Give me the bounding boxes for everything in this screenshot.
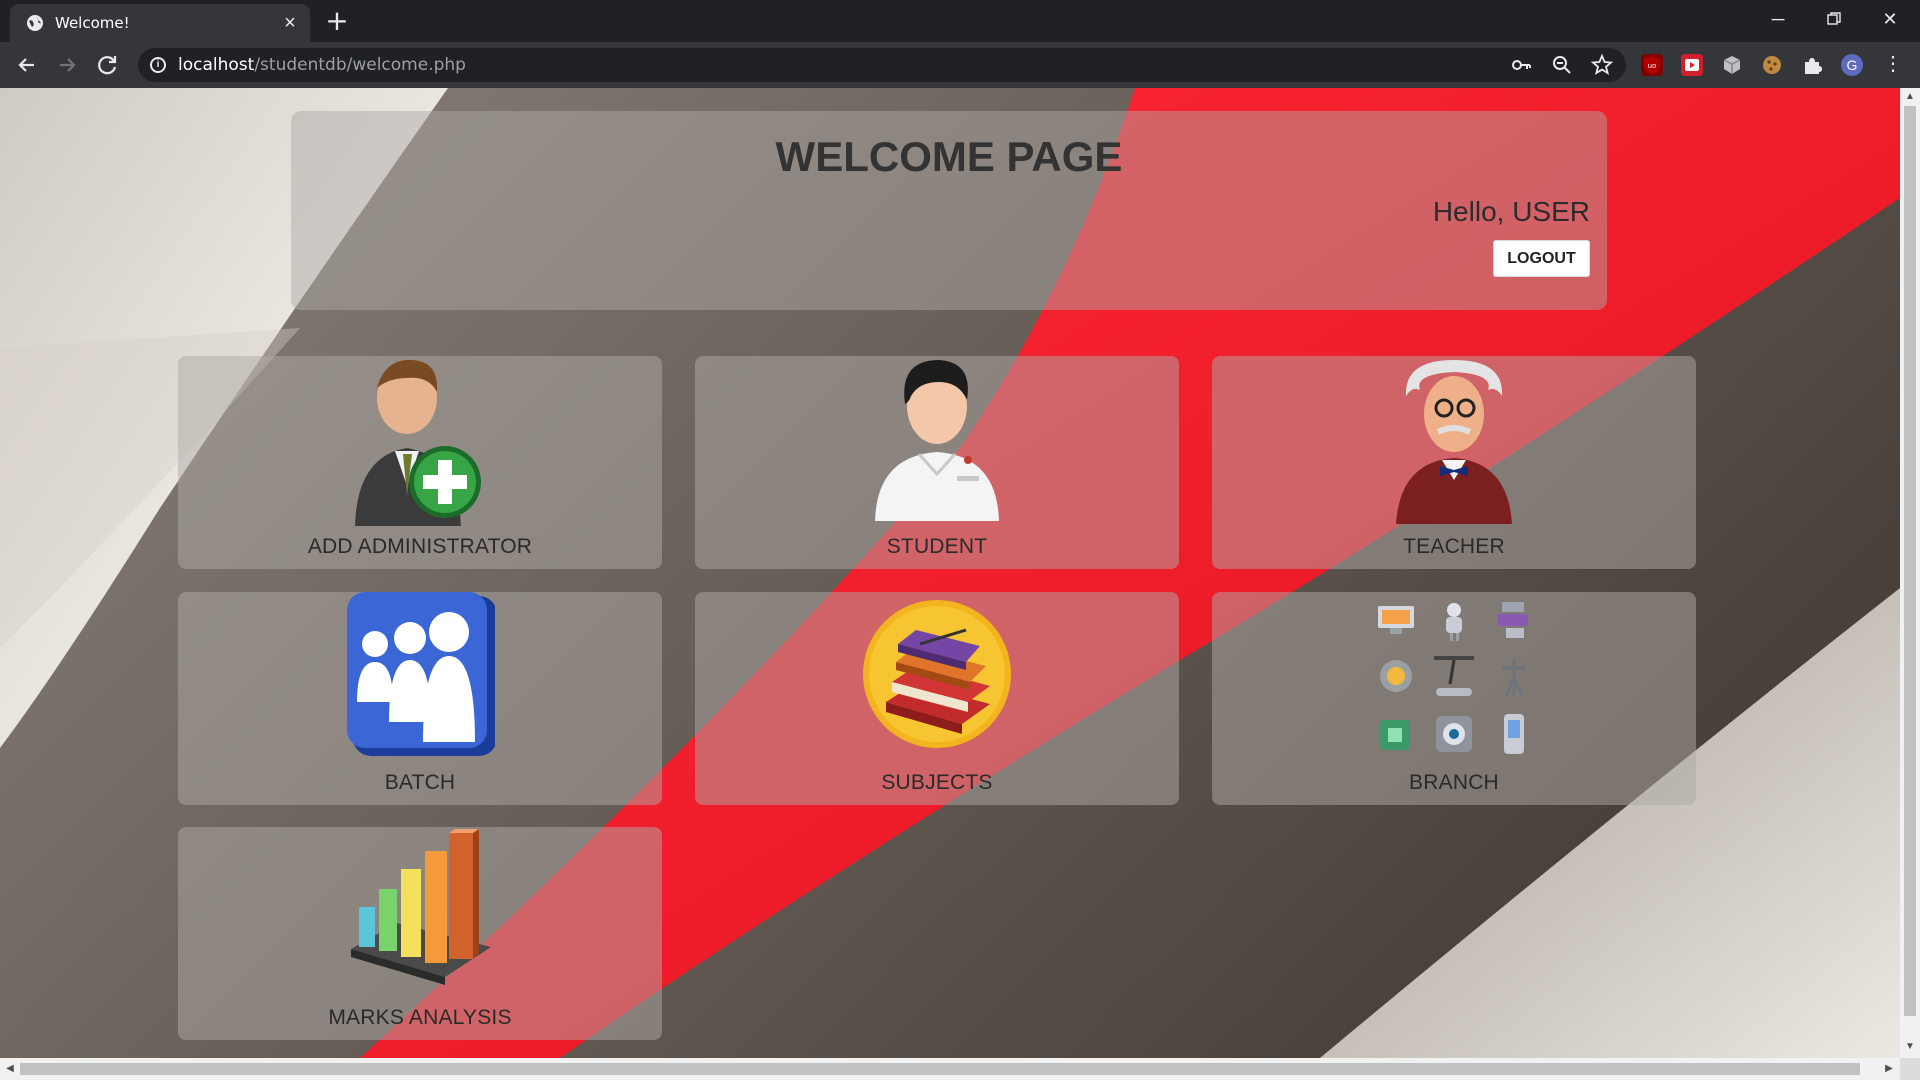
horizontal-scrollbar[interactable]: ◀ ▶	[0, 1058, 1900, 1080]
scroll-left-icon[interactable]: ◀	[3, 1062, 17, 1076]
globe-icon	[27, 15, 43, 31]
card-teacher[interactable]: TEACHER	[1212, 356, 1696, 569]
card-branch[interactable]: BRANCH	[1212, 592, 1696, 805]
cube-extension-icon[interactable]	[1721, 54, 1743, 76]
card-marks-analysis[interactable]: MARKS ANALYSIS	[178, 827, 662, 1040]
tab-title: Welcome!	[55, 14, 130, 32]
card-add-administrator[interactable]: ADD ADMINISTRATOR	[178, 356, 662, 569]
card-student[interactable]: STUDENT	[695, 356, 1179, 569]
student-icon	[875, 360, 999, 521]
page-title: WELCOME PAGE	[775, 133, 1123, 180]
forward-icon[interactable]	[52, 50, 82, 80]
card-subjects[interactable]: SUBJECTS	[695, 592, 1179, 805]
branch-icon	[1378, 602, 1528, 754]
card-label: SUBJECTS	[881, 771, 993, 794]
restore-icon[interactable]	[1814, 4, 1854, 34]
reload-icon[interactable]	[93, 50, 123, 80]
subjects-icon	[863, 600, 1011, 748]
page-viewport: WELCOME PAGE Hello, USER LOGOUT ADD ADMI…	[0, 88, 1900, 1058]
marks-analysis-icon	[351, 829, 491, 985]
zoom-icon[interactable]	[1551, 54, 1573, 76]
vertical-scroll-thumb[interactable]	[1904, 106, 1916, 1016]
welcome-header-panel: WELCOME PAGE Hello, USER LOGOUT	[291, 111, 1607, 310]
card-label: STUDENT	[886, 535, 988, 558]
card-label: MARKS ANALYSIS	[328, 1006, 512, 1029]
cookie-extension-icon[interactable]	[1761, 54, 1783, 76]
minimize-icon[interactable]: ─	[1758, 4, 1798, 34]
vertical-scrollbar[interactable]: ▲ ▼	[1900, 88, 1920, 1058]
back-icon[interactable]	[12, 50, 42, 80]
tab-strip: Welcome! × + ─ ✕	[0, 0, 1920, 42]
url-text: localhost/studentdb/welcome.php	[178, 55, 466, 75]
card-label: BATCH	[384, 771, 456, 794]
scroll-right-icon[interactable]: ▶	[1882, 1062, 1896, 1076]
close-window-icon[interactable]: ✕	[1870, 4, 1910, 34]
scrollbar-corner	[1900, 1058, 1920, 1080]
teacher-icon	[1396, 360, 1512, 524]
close-tab-icon[interactable]: ×	[280, 13, 300, 33]
browser-toolbar: i localhost/studentdb/welcome.php uo G ⋮	[0, 42, 1920, 88]
extensions-puzzle-icon[interactable]	[1801, 54, 1823, 76]
address-bar[interactable]: i localhost/studentdb/welcome.php	[138, 48, 1626, 82]
batch-icon	[347, 592, 495, 756]
logout-button[interactable]: LOGOUT	[1493, 240, 1590, 277]
profile-avatar[interactable]: G	[1841, 54, 1863, 76]
card-label: BRANCH	[1409, 771, 1499, 794]
horizontal-scroll-thumb[interactable]	[20, 1063, 1860, 1075]
svg-text:uo: uo	[1648, 62, 1657, 70]
scroll-down-icon[interactable]: ▼	[1903, 1040, 1917, 1054]
card-label: TEACHER	[1403, 535, 1505, 558]
new-tab-button[interactable]: +	[323, 7, 351, 36]
video-extension-icon[interactable]	[1681, 54, 1703, 76]
site-info-icon[interactable]: i	[150, 57, 166, 73]
user-greeting: Hello, USER	[1432, 196, 1590, 227]
key-icon[interactable]	[1510, 54, 1532, 76]
ublock-icon[interactable]: uo	[1641, 54, 1663, 76]
add-admin-icon	[355, 359, 481, 526]
scroll-up-icon[interactable]: ▲	[1903, 90, 1917, 104]
card-label: ADD ADMINISTRATOR	[307, 535, 533, 558]
card-batch[interactable]: BATCH	[178, 592, 662, 805]
browser-tab[interactable]: Welcome! ×	[10, 4, 310, 42]
menu-dots-icon[interactable]: ⋮	[1882, 54, 1904, 76]
bookmark-star-icon[interactable]	[1591, 54, 1613, 76]
